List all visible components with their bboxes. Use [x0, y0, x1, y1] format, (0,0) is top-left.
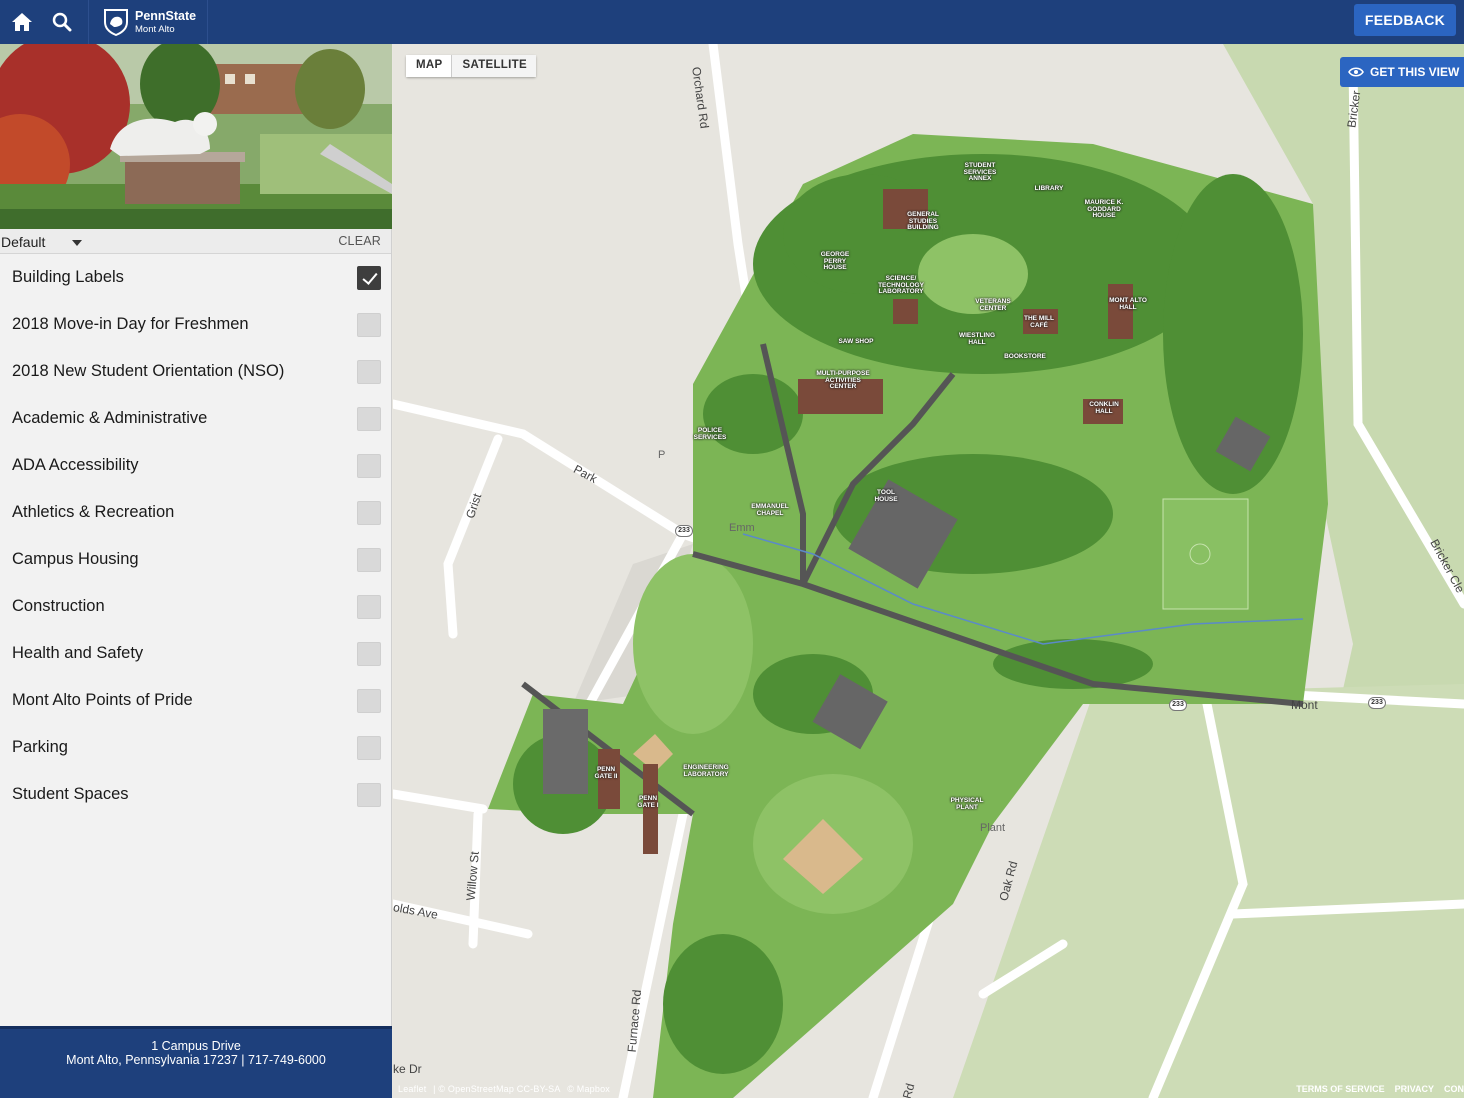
brand-name: PennState [135, 9, 197, 23]
category-label: Health and Safety [12, 644, 144, 662]
home-icon [12, 13, 32, 31]
address-line-2: Mont Alto, Pennsylvania 17237 | 717-749-… [66, 1053, 326, 1067]
category-move-in-day[interactable]: 2018 Move-in Day for Freshmen [0, 301, 391, 348]
checkbox[interactable] [357, 454, 381, 478]
attribution-osm[interactable]: | © OpenStreetMap CC-BY-SA [433, 1084, 560, 1094]
map-attribution: Leaflet | © OpenStreetMap CC-BY-SA © Map… [398, 1084, 614, 1094]
category-building-labels[interactable]: Building Labels [0, 254, 391, 301]
chevron-down-icon[interactable] [72, 240, 82, 246]
road-label-mont: Mont [1291, 698, 1318, 712]
category-nso[interactable]: 2018 New Student Orientation (NSO) [0, 348, 391, 395]
checkbox[interactable] [357, 783, 381, 807]
top-bar: PennState Mont Alto FEEDBACK [0, 0, 1464, 44]
clear-button[interactable]: CLEAR [338, 234, 381, 248]
get-this-view-label: GET THIS VIEW [1370, 65, 1460, 79]
checkbox[interactable] [357, 501, 381, 525]
contact-link[interactable]: CON [1444, 1084, 1464, 1094]
category-ada[interactable]: ADA Accessibility [0, 442, 391, 489]
category-label: 2018 Move-in Day for Freshmen [12, 315, 249, 333]
map-footer-links: TERMS OF SERVICE PRIVACY CON [1296, 1084, 1464, 1094]
category-construction[interactable]: Construction [0, 583, 391, 630]
brand-campus: Mont Alto [135, 23, 175, 35]
checkbox[interactable] [357, 548, 381, 572]
search-button[interactable] [40, 0, 84, 44]
route-233-shield: 233 [1169, 699, 1187, 711]
area-label-p: P [658, 449, 666, 461]
road-label-pike: ke Dr [393, 1062, 422, 1076]
category-parking[interactable]: Parking [0, 724, 391, 771]
checkbox[interactable] [357, 642, 381, 666]
get-this-view-button[interactable]: GET THIS VIEW [1340, 57, 1464, 87]
category-label: Building Labels [12, 268, 124, 286]
category-academic[interactable]: Academic & Administrative [0, 395, 391, 442]
layer-bar: Default CLEAR [0, 229, 391, 254]
layer-select[interactable]: Default [1, 234, 45, 250]
map-view-button[interactable]: MAP [406, 55, 453, 77]
route-233-shield: 233 [675, 525, 693, 537]
address-line-1: 1 Campus Drive [151, 1039, 241, 1053]
category-list: Building Labels 2018 Move-in Day for Fre… [0, 254, 391, 818]
attribution-mapbox[interactable]: © Mapbox [567, 1084, 610, 1094]
privacy-link[interactable]: PRIVACY [1395, 1084, 1434, 1094]
terms-of-service-link[interactable]: TERMS OF SERVICE [1296, 1084, 1384, 1094]
campus-hero-image [0, 44, 392, 229]
pennstate-logo[interactable]: PennState Mont Alto [88, 0, 208, 44]
category-label: Parking [12, 738, 68, 756]
route-233-shield: 233 [1368, 697, 1386, 709]
category-athletics[interactable]: Athletics & Recreation [0, 489, 391, 536]
search-icon [52, 12, 72, 32]
checkbox[interactable] [357, 360, 381, 384]
feedback-button[interactable]: FEEDBACK [1354, 4, 1456, 36]
category-housing[interactable]: Campus Housing [0, 536, 391, 583]
map-type-toggle: MAP SATELLITE [406, 55, 536, 77]
checkbox[interactable] [357, 736, 381, 760]
checkbox-checked[interactable] [357, 266, 381, 290]
checkbox[interactable] [357, 689, 381, 713]
area-label-plant: Plant [980, 822, 1006, 834]
checkbox[interactable] [357, 595, 381, 619]
nittany-lion-shield-icon [104, 9, 128, 36]
category-label: 2018 New Student Orientation (NSO) [12, 362, 285, 380]
category-label: ADA Accessibility [12, 456, 139, 474]
home-button[interactable] [0, 0, 44, 44]
checkbox[interactable] [357, 313, 381, 337]
category-label: Academic & Administrative [12, 409, 208, 427]
category-label: Athletics & Recreation [12, 503, 175, 521]
map-canvas[interactable] [393, 44, 1464, 1098]
sidebar: Default CLEAR Building Labels 2018 Move-… [0, 44, 392, 1098]
category-points-of-pride[interactable]: Mont Alto Points of Pride [0, 677, 391, 724]
attribution-leaflet[interactable]: Leaflet [398, 1084, 426, 1094]
category-label: Campus Housing [12, 550, 139, 568]
category-label: Mont Alto Points of Pride [12, 691, 193, 709]
category-health-safety[interactable]: Health and Safety [0, 630, 391, 677]
satellite-view-button[interactable]: SATELLITE [452, 55, 536, 77]
campus-address-footer: 1 Campus Drive Mont Alto, Pennsylvania 1… [0, 1026, 392, 1098]
checkbox[interactable] [357, 407, 381, 431]
eye-icon [1348, 67, 1364, 77]
area-label-emm: Emm [729, 522, 755, 534]
campus-map[interactable]: Orchard Rd Park Grist Willow St olds Ave… [393, 44, 1464, 1098]
category-label: Student Spaces [12, 785, 129, 803]
category-student-spaces[interactable]: Student Spaces [0, 771, 391, 818]
category-label: Construction [12, 597, 105, 615]
